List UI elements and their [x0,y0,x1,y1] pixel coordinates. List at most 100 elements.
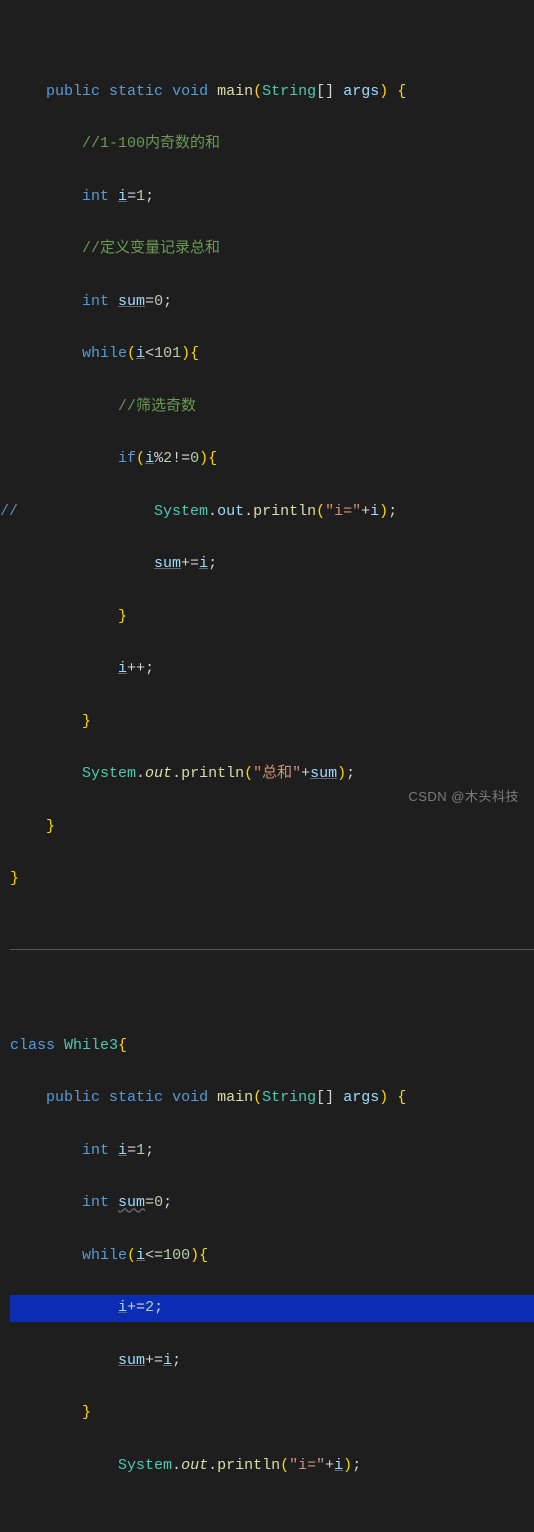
number: 2 [163,450,172,467]
code-editor[interactable]: public static void main(String[] args) {… [0,0,534,1532]
field: out [217,503,244,520]
comment: //定义变量记录总和 [82,240,220,257]
code-line[interactable]: while(i<=100){ [10,1243,534,1269]
class-ref: System [118,1457,172,1474]
method-call: println [253,503,316,520]
number: 100 [163,1247,190,1264]
code-line[interactable]: } [10,709,534,735]
variable: sum [118,1194,145,1211]
keyword: while [82,345,127,362]
variable: i [118,188,127,205]
code-line[interactable]: class While3{ [10,1033,534,1059]
gutter-comment: // [0,499,18,525]
class-ref: System [82,765,136,782]
number: 1 [136,188,145,205]
number: 101 [154,345,181,362]
type-keyword: int [82,293,109,310]
variable: i [163,1352,172,1369]
code-line[interactable]: //定义变量记录总和 [10,236,534,262]
code-line[interactable]: public static void main(String[] args) { [10,1085,534,1111]
operator: ++ [127,660,145,677]
variable: i [370,503,379,520]
type-keyword: int [82,1194,109,1211]
keyword: public [46,83,100,100]
number: 1 [136,1142,145,1159]
code-line[interactable]: } [10,866,534,892]
code-line[interactable]: sum+=i; [10,1348,534,1374]
method-call: println [181,765,244,782]
variable: i [118,660,127,677]
number: 2 [145,1299,154,1316]
keyword: public [46,1089,100,1106]
class-ref: System [154,503,208,520]
code-line-highlighted[interactable]: i+=2; [10,1295,534,1321]
method-name: main [217,83,253,100]
code-line[interactable]: int sum=0; [10,1190,534,1216]
brackets: [] [316,83,334,100]
code-line[interactable]: int i=1; [10,184,534,210]
number: 0 [154,293,163,310]
field: out [181,1457,208,1474]
field: out [145,765,172,782]
code-line[interactable]: //1-100内奇数的和 [10,131,534,157]
operator: <= [145,1247,163,1264]
param: args [343,83,379,100]
code-line[interactable]: public static void main(String[] args) { [10,79,534,105]
keyword: static [109,1089,163,1106]
code-line[interactable]: i++; [10,656,534,682]
variable: i [136,1247,145,1264]
comment: //筛选奇数 [118,398,196,415]
operator: += [127,1299,145,1316]
keyword: while [82,1247,127,1264]
code-line[interactable]: sum+=i; [10,551,534,577]
type: String [262,1089,316,1106]
string-literal: "总和" [253,765,301,782]
class-name: While3 [64,1037,118,1054]
code-line[interactable]: System.out.println("总和"+sum); [10,761,534,787]
code-line[interactable]: } [10,604,534,630]
keyword: class [10,1037,55,1054]
code-line[interactable]: int i=1; [10,1138,534,1164]
string-literal: "i=" [325,503,361,520]
variable: sum [154,555,181,572]
method-call: println [217,1457,280,1474]
variable: sum [118,293,145,310]
method-name: main [217,1089,253,1106]
keyword: void [172,1089,208,1106]
number: 0 [154,1194,163,1211]
number: 0 [190,450,199,467]
type: String [262,83,316,100]
variable: i [136,345,145,362]
operator: % [154,450,163,467]
type-keyword: int [82,1142,109,1159]
code-line[interactable]: } [10,814,534,840]
variable: i [199,555,208,572]
operator: != [172,450,190,467]
keyword: static [109,83,163,100]
keyword: if [118,450,136,467]
operator: + [361,503,370,520]
variable: i [145,450,154,467]
variable: i [334,1457,343,1474]
keyword: void [172,83,208,100]
param: args [343,1089,379,1106]
code-line[interactable]: int sum=0; [10,289,534,315]
code-line[interactable]: if(i%2!=0){ [10,446,534,472]
variable: i [118,1299,127,1316]
editor-split-divider[interactable] [10,949,534,950]
code-line[interactable]: while(i<101){ [10,341,534,367]
code-line[interactable]: //筛选奇数 [10,394,534,420]
comment: //1-100内奇数的和 [82,135,220,152]
watermark-text: CSDN @木头科技 [408,786,519,809]
operator: += [181,555,199,572]
brackets: [] [316,1089,334,1106]
operator: += [145,1352,163,1369]
variable: sum [310,765,337,782]
operator: + [301,765,310,782]
code-line[interactable]: System.out.println("i="+i); [10,1453,534,1479]
operator: + [325,1457,334,1474]
variable: i [118,1142,127,1159]
code-line[interactable]: // System.out.println("i="+i); [10,499,534,525]
operator: < [145,345,154,362]
code-line[interactable]: } [10,1400,534,1426]
